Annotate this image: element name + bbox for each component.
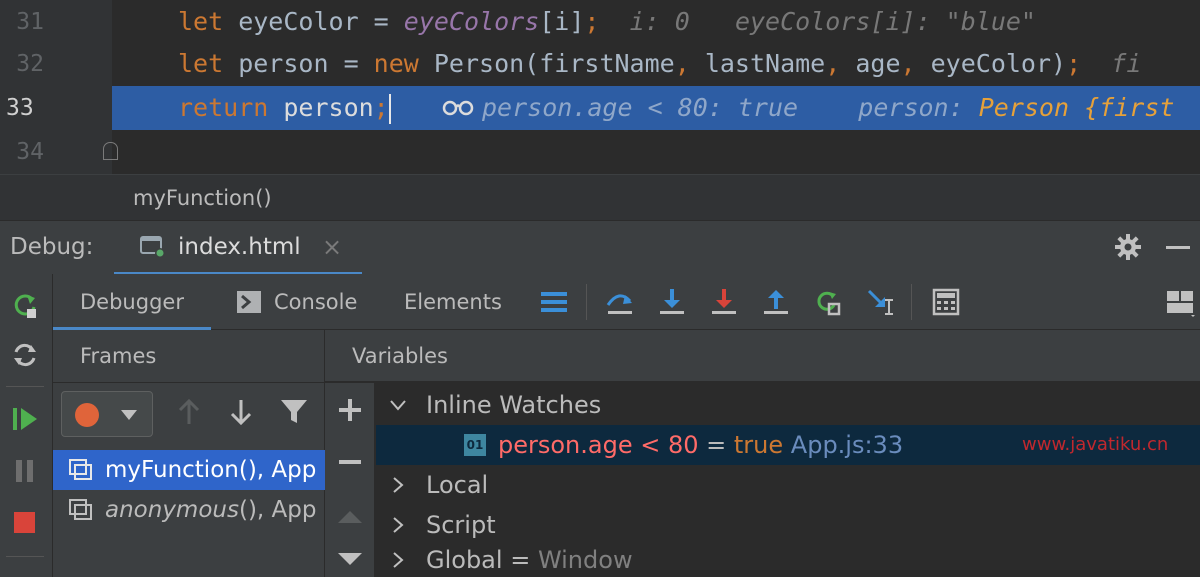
- tree-node-local[interactable]: Local: [376, 465, 1200, 505]
- tree-node-label: Script: [426, 511, 496, 539]
- code-text: let person = new Person(firstName, lastN…: [178, 49, 1142, 78]
- chevron-right-icon[interactable]: [390, 552, 406, 568]
- tree-node-inline-watches[interactable]: Inline Watches: [376, 385, 1200, 425]
- calculator-icon[interactable]: [931, 287, 961, 317]
- tab-index-html[interactable]: index.html ×: [114, 221, 362, 275]
- filter-icon[interactable]: [280, 399, 308, 425]
- line-number: 33: [0, 86, 112, 130]
- toolbar-separator: [6, 556, 44, 557]
- frame-item[interactable]: anonymous(), App: [53, 490, 325, 530]
- frames-pane: Frames myFunction(), App anonymous(), Ap…: [53, 330, 325, 577]
- tree-node-global[interactable]: Global = Window: [376, 540, 1200, 577]
- browser-debug-icon: [140, 236, 165, 258]
- frame-label: anonymous(), App: [105, 497, 317, 523]
- toolbar-separator: [911, 284, 912, 320]
- tree-node-script[interactable]: Script: [376, 505, 1200, 545]
- stop-icon[interactable]: [10, 508, 40, 538]
- frame-item[interactable]: myFunction(), App: [53, 450, 325, 490]
- close-icon[interactable]: ×: [322, 233, 342, 261]
- show-execution-point-icon[interactable]: [539, 287, 569, 317]
- chevron-right-icon[interactable]: [390, 517, 406, 533]
- restart-frame-icon[interactable]: [10, 340, 40, 370]
- frame-icon: [69, 459, 92, 480]
- variables-header: Variables: [325, 330, 1200, 382]
- frame-icon: [69, 499, 92, 520]
- watch-text: person.age < 80 = true App.js:33: [498, 431, 904, 459]
- tab-label: Console: [274, 290, 358, 314]
- move-down-icon[interactable]: [337, 547, 363, 573]
- glasses-icon[interactable]: [442, 97, 474, 117]
- debug-label: Debug:: [10, 234, 94, 260]
- frames-toolbar: [53, 382, 325, 440]
- layout-settings-icon[interactable]: [1165, 287, 1195, 317]
- inline-value-hint: eyeColors[i]: "blue": [734, 7, 1036, 36]
- code-line-33-execution-point[interactable]: 33 return person; person.age < 80: true …: [0, 86, 1200, 130]
- watermark: www.javatiku.cn: [1022, 434, 1169, 455]
- thread-selector[interactable]: [61, 391, 153, 437]
- step-into-icon[interactable]: [657, 287, 687, 317]
- code-text: return person;: [178, 93, 391, 124]
- frame-label: myFunction(), App: [105, 457, 317, 483]
- chevron-down-icon[interactable]: [390, 397, 406, 413]
- move-up-icon[interactable]: [337, 503, 363, 529]
- code-editor[interactable]: 31 let eyeColor = eyeColors[i]; i: 0 eye…: [0, 0, 1200, 174]
- tree-node-label: Local: [426, 471, 489, 499]
- variables-title: Variables: [352, 344, 448, 368]
- watch-value-icon: 01: [464, 434, 486, 456]
- tree-node-label: Global = Window: [426, 546, 633, 574]
- tab-console[interactable]: Console: [237, 274, 377, 330]
- inline-watch-hint: person.age < 80: true person: Person {fi…: [482, 93, 1175, 122]
- code-line-34[interactable]: 34: [0, 130, 1200, 174]
- add-watch-icon[interactable]: [337, 397, 363, 423]
- run-to-cursor-icon[interactable]: [813, 287, 843, 317]
- line-number: 32: [16, 51, 44, 77]
- console-icon: [237, 291, 261, 313]
- debugger-tab-bar: Debugger Console Elements: [53, 274, 1200, 330]
- code-line-32[interactable]: 32 let person = new Person(firstName, la…: [0, 42, 1200, 86]
- tab-elements[interactable]: Elements: [404, 274, 514, 330]
- frames-title: Frames: [80, 344, 157, 368]
- chevron-down-icon: [121, 410, 137, 420]
- remove-watch-icon[interactable]: [337, 449, 363, 475]
- step-out-icon[interactable]: [761, 287, 791, 317]
- breadcrumb-item[interactable]: myFunction(): [133, 186, 272, 210]
- tab-label: Debugger: [80, 290, 184, 314]
- pause-icon[interactable]: [10, 456, 40, 486]
- inline-value-hint: fi: [1111, 49, 1142, 78]
- gear-icon[interactable]: [1114, 233, 1142, 261]
- tree-node-label: Inline Watches: [426, 391, 602, 419]
- fold-marker-icon[interactable]: [103, 142, 118, 160]
- tab-debugger[interactable]: Debugger: [53, 274, 211, 330]
- variables-side-toolbar: [325, 383, 375, 577]
- tab-label: index.html: [178, 234, 301, 260]
- text-caret: [388, 94, 391, 124]
- thread-status-icon: [75, 403, 99, 427]
- line-number: 34: [16, 139, 44, 165]
- resume-program-icon[interactable]: [10, 404, 40, 434]
- force-step-into-icon[interactable]: [709, 287, 739, 317]
- minimize-icon[interactable]: [1166, 246, 1190, 249]
- inline-value-hint: i: 0: [629, 7, 690, 36]
- breadcrumb: myFunction(): [0, 174, 1200, 220]
- chevron-right-icon[interactable]: [390, 477, 406, 493]
- step-over-icon[interactable]: [605, 287, 635, 317]
- rerun-icon[interactable]: [10, 290, 40, 320]
- debug-tool-window-header: Debug: index.html ×: [0, 220, 1200, 275]
- line-number: 31: [16, 9, 44, 35]
- code-line-31[interactable]: 31 let eyeColor = eyeColors[i]; i: 0 eye…: [0, 0, 1200, 44]
- code-text: let eyeColor = eyeColors[i]; i: 0 eyeCol…: [178, 7, 1036, 36]
- tab-label: Elements: [404, 290, 502, 314]
- arrow-up-icon[interactable]: [177, 399, 201, 425]
- evaluate-cursor-icon[interactable]: [865, 287, 895, 317]
- arrow-down-icon[interactable]: [229, 399, 253, 425]
- debug-left-toolbar: [0, 274, 53, 577]
- toolbar-separator: [586, 284, 587, 320]
- toolbar-separator: [6, 386, 44, 387]
